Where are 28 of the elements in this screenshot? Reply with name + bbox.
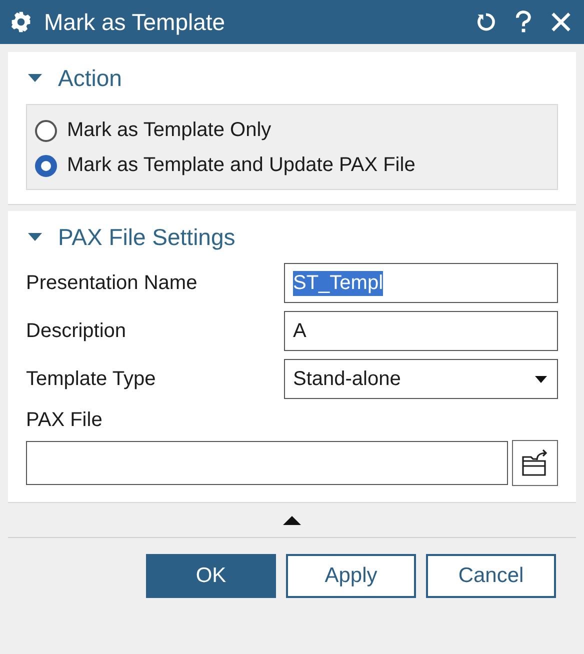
ok-button[interactable]: OK bbox=[146, 554, 276, 598]
radio-option[interactable]: Mark as Template Only bbox=[35, 119, 549, 142]
help-icon[interactable] bbox=[515, 10, 532, 34]
collapse-icon bbox=[28, 233, 42, 241]
close-icon[interactable] bbox=[550, 11, 572, 33]
reset-icon[interactable] bbox=[475, 11, 497, 33]
apply-button[interactable]: Apply bbox=[286, 554, 416, 598]
section-header[interactable]: Action bbox=[26, 52, 558, 104]
radio-option[interactable]: Mark as Template and Update PAX File bbox=[35, 154, 549, 177]
settings-icon[interactable] bbox=[10, 11, 32, 33]
dropdown[interactable]: Stand-alone bbox=[284, 359, 558, 399]
radio-button[interactable] bbox=[35, 154, 57, 176]
window-title: Mark as Template bbox=[44, 8, 226, 36]
browse-button[interactable] bbox=[512, 440, 558, 486]
field-label: PAX File bbox=[26, 409, 104, 432]
file-path-field[interactable] bbox=[26, 441, 508, 485]
field-label: Description bbox=[26, 320, 128, 342]
input-field[interactable]: A bbox=[284, 311, 558, 351]
open-folder-icon bbox=[520, 448, 550, 478]
field-label: Template Type bbox=[26, 368, 157, 390]
cancel-button[interactable]: Cancel bbox=[426, 554, 556, 598]
caret-icon bbox=[535, 376, 547, 382]
section-header[interactable]: PAX File Settings bbox=[26, 211, 558, 263]
expand-up-icon[interactable] bbox=[283, 516, 301, 524]
field-label: Presentation Name bbox=[26, 272, 198, 294]
input-field[interactable]: ST_Templ bbox=[284, 263, 558, 303]
radio-button[interactable] bbox=[35, 120, 57, 142]
collapse-icon bbox=[28, 74, 42, 82]
